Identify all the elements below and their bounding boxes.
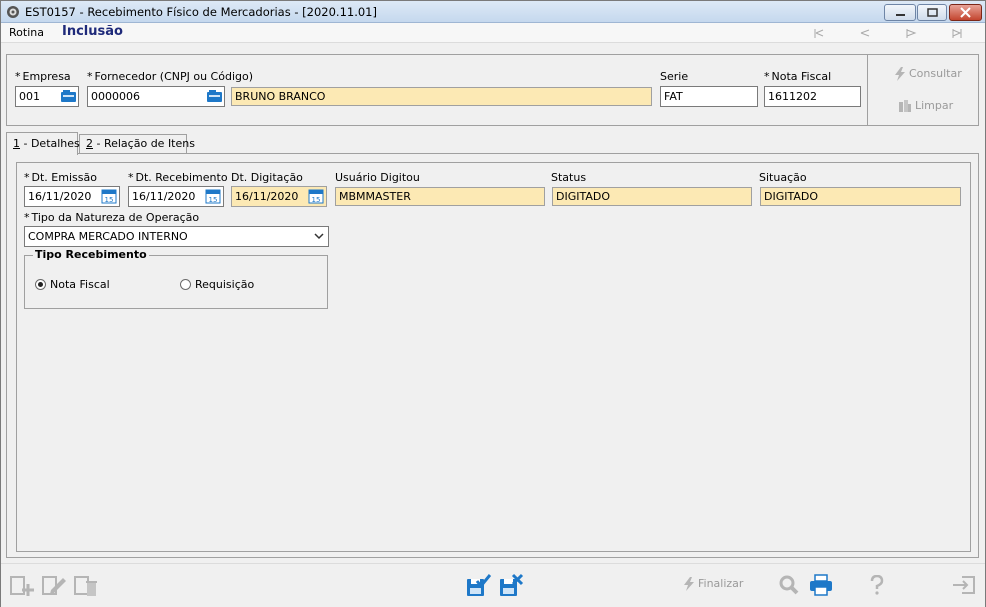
consultar-button[interactable]: Consultar: [894, 67, 962, 81]
natureza-label: * Tipo da Natureza de Operação: [24, 211, 200, 224]
situacao-field: DIGITADO: [760, 187, 961, 206]
radio-requisicao[interactable]: Requisição: [180, 278, 254, 291]
status-field: DIGITADO: [552, 187, 752, 206]
fornecedor-lookup-icon[interactable]: [206, 88, 224, 105]
tipo-recebimento-legend: Tipo Recebimento: [33, 248, 149, 261]
first-record-icon[interactable]: [813, 28, 825, 39]
natureza-select[interactable]: COMPRA MERCADO INTERNO: [24, 226, 329, 247]
maximize-icon: [927, 8, 938, 17]
radio-selected-icon: [35, 279, 46, 290]
svg-text:15: 15: [209, 196, 218, 204]
fornecedor-code-input[interactable]: 0000006: [87, 86, 225, 107]
lightning-icon: [684, 577, 694, 591]
natureza-selected-value: COMPRA MERCADO INTERNO: [28, 230, 188, 243]
exit-icon[interactable]: [952, 575, 976, 595]
empresa-label: * Empresa: [15, 70, 71, 83]
empresa-lookup-icon[interactable]: [60, 88, 78, 105]
search-icon[interactable]: [779, 575, 799, 595]
serie-input[interactable]: FAT: [660, 86, 758, 107]
save-icon[interactable]: [465, 573, 491, 598]
chevron-down-icon: [314, 233, 324, 240]
mode-indicator: Inclusão: [62, 24, 123, 39]
tipo-recebimento-group: Tipo Recebimento Nota Fiscal Requisição: [24, 248, 328, 309]
tab-content: * Dt. Emissão 16/11/2020 15 * Dt. Recebime…: [6, 153, 979, 558]
delete-record-icon[interactable]: [73, 574, 99, 598]
dt-emissao-label: * Dt. Emissão: [24, 171, 97, 184]
header-panel: * Empresa 001 * Fornecedor (CNPJ ou Código…: [6, 54, 979, 126]
limpar-button[interactable]: Limpar: [898, 99, 953, 113]
maximize-button[interactable]: [917, 4, 947, 21]
svg-text:15: 15: [105, 196, 114, 204]
fornecedor-name-field: BRUNO BRANCO: [231, 87, 652, 106]
previous-record-icon[interactable]: [859, 28, 871, 39]
menu-bar: Rotina Inclusão: [1, 23, 985, 43]
cancel-save-icon[interactable]: [498, 573, 524, 598]
tab-detalhes[interactable]: 1 - Detalhes: [6, 132, 80, 155]
radio-unselected-icon: [180, 279, 191, 290]
usuario-label: Usuário Digitou: [335, 171, 420, 184]
window-title: EST0157 - Recebimento Físico de Mercador…: [25, 5, 377, 19]
calendar-icon: 15: [308, 189, 324, 204]
details-panel: * Dt. Emissão 16/11/2020 15 * Dt. Recebime…: [16, 162, 971, 552]
situacao-label: Situação: [759, 171, 807, 184]
help-icon[interactable]: [870, 575, 884, 595]
dt-digitacao-label: Dt. Digitação: [231, 171, 303, 184]
edit-record-icon[interactable]: [41, 574, 67, 598]
bottom-toolbar: [1, 563, 985, 607]
usuario-field: MBMMASTER: [335, 187, 545, 206]
nota-fiscal-label: * Nota Fiscal: [764, 70, 832, 83]
dt-recebimento-label: * Dt. Recebimento: [128, 171, 228, 184]
lightning-icon: [895, 67, 905, 81]
header-divider: [867, 55, 868, 125]
calendar-icon[interactable]: 15: [101, 188, 118, 205]
main-window: EST0157 - Recebimento Físico de Mercador…: [0, 0, 986, 607]
title-bar: EST0157 - Recebimento Físico de Mercador…: [1, 1, 985, 23]
minimize-button[interactable]: [884, 4, 916, 21]
fornecedor-label: * Fornecedor (CNPJ ou Código): [87, 70, 254, 83]
last-record-icon[interactable]: [951, 28, 963, 39]
app-gear-icon: [7, 6, 19, 18]
print-icon[interactable]: [809, 574, 833, 596]
close-button[interactable]: [949, 4, 982, 21]
close-icon: [960, 7, 971, 18]
finalizar-button[interactable]: Finalizar: [683, 577, 743, 591]
minimize-icon: [896, 14, 905, 16]
menu-rotina[interactable]: Rotina: [9, 26, 44, 39]
radio-nota-fiscal[interactable]: Nota Fiscal: [35, 278, 110, 291]
svg-text:15: 15: [312, 196, 321, 204]
serie-label: Serie: [660, 70, 689, 83]
calendar-icon[interactable]: 15: [205, 188, 222, 205]
next-record-icon[interactable]: [905, 28, 917, 39]
tab-relacao-itens[interactable]: 2 - Relação de Itens: [79, 134, 195, 154]
status-label: Status: [551, 171, 587, 184]
eraser-icon: [899, 100, 911, 112]
nota-fiscal-input[interactable]: 1611202: [764, 86, 861, 107]
add-record-icon[interactable]: [9, 574, 35, 598]
